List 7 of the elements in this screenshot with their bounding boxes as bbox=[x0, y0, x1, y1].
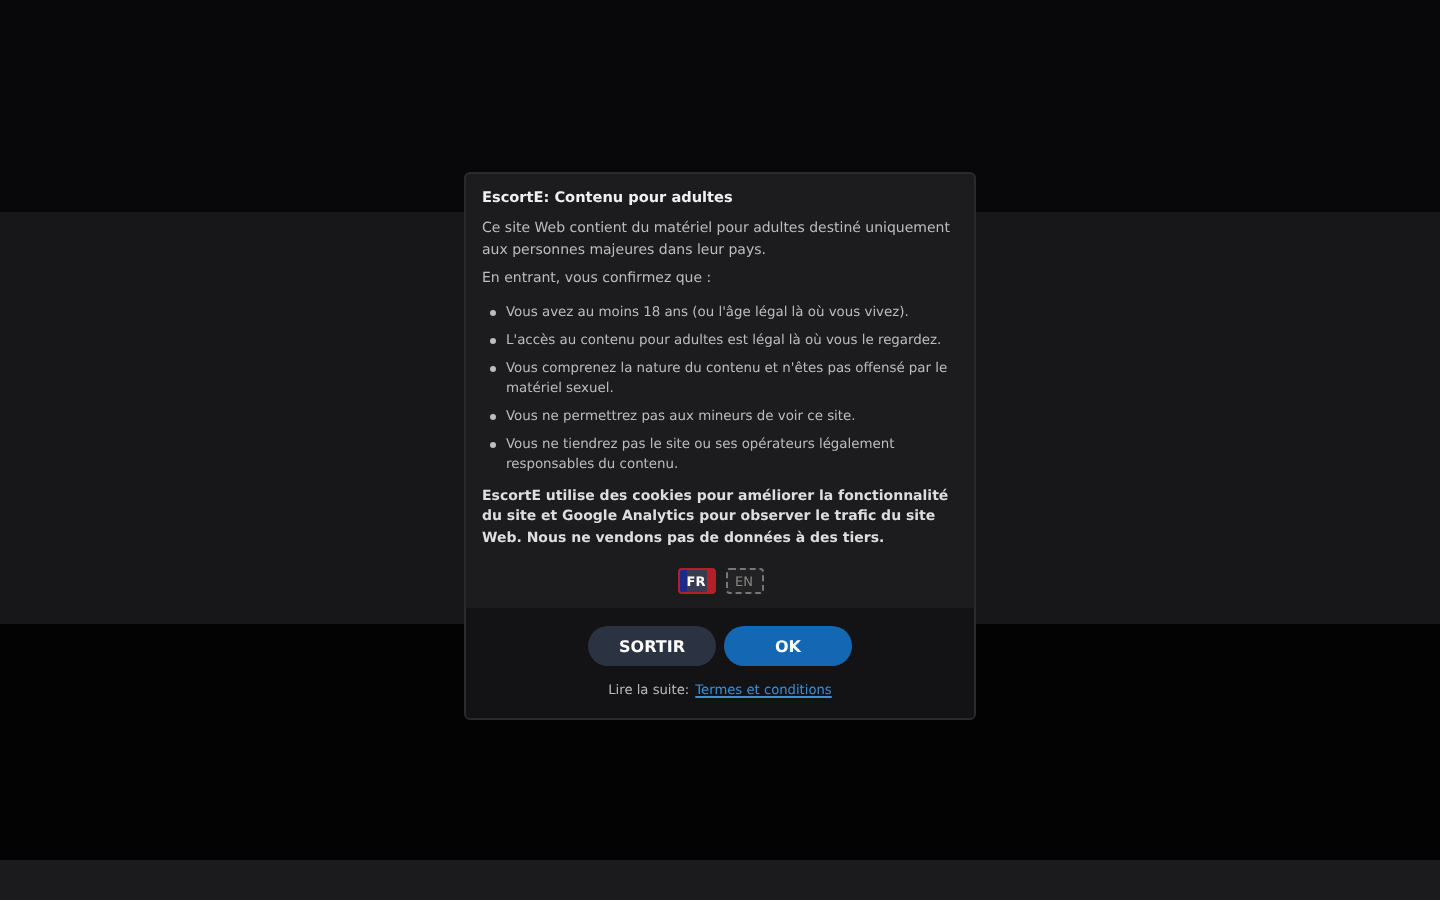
exit-button[interactable]: SORTIR bbox=[588, 626, 716, 666]
bullet-icon bbox=[490, 413, 496, 419]
bullet-icon bbox=[490, 337, 496, 343]
bullet-icon bbox=[490, 309, 496, 315]
confirm-button[interactable]: OK bbox=[724, 626, 852, 666]
bullet-icon bbox=[490, 441, 496, 447]
bullet-icon bbox=[490, 365, 496, 371]
